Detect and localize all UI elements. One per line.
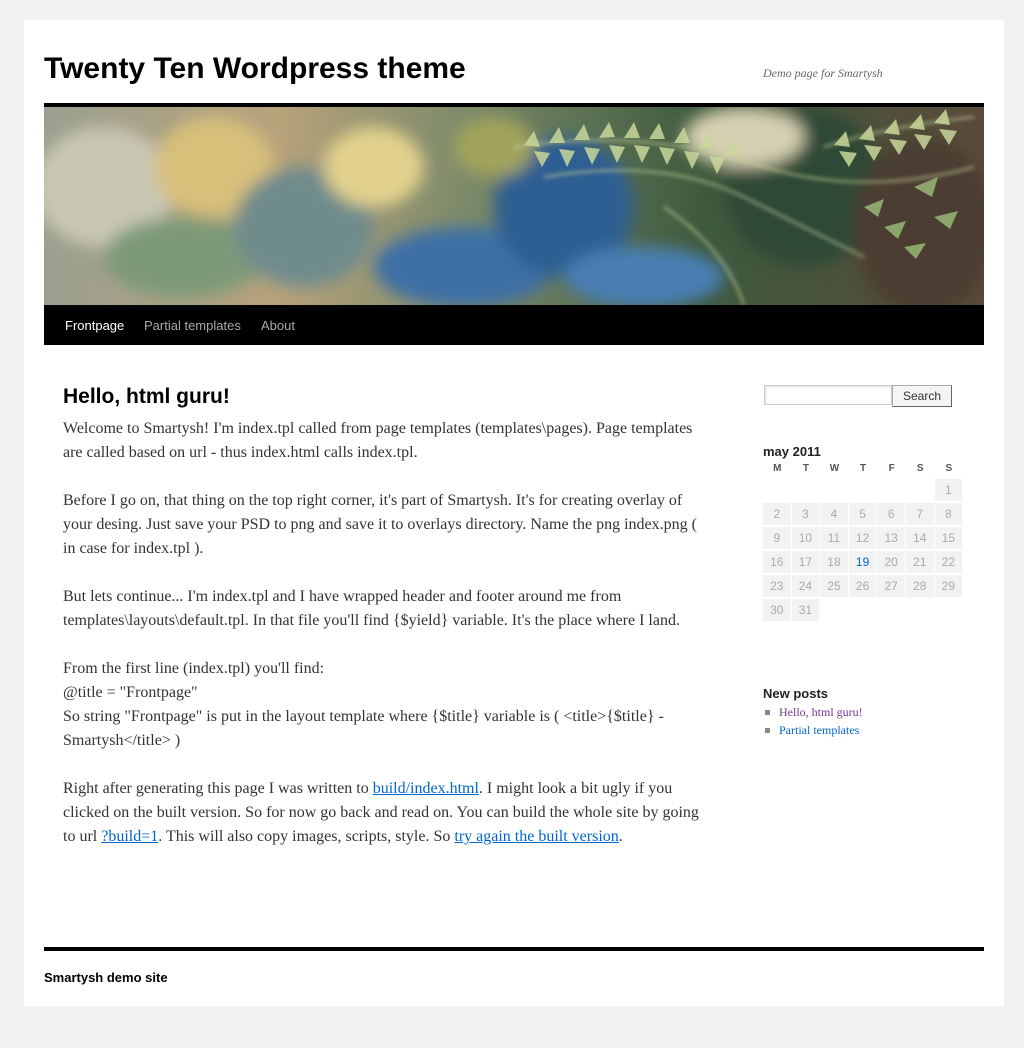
post-link-hello[interactable]: Hello, html guru! [779, 705, 863, 719]
text-first-line: From the first line (index.tpl) you'll f… [63, 660, 325, 677]
bullet-icon [765, 728, 770, 733]
entry-title: Hello, html guru! [63, 385, 230, 408]
calendar-widget: may 2011 MTWTFSS 1 2 3 4 5 6 7 8 9 10 11 12 13 14 15 16… [763, 443, 963, 623]
calendar-caption: may 2011 [763, 444, 821, 459]
calendar-empty-cell [849, 479, 877, 501]
calendar-day-link[interactable]: 19 [848, 551, 877, 573]
calendar-day: 13 [877, 527, 905, 549]
calendar-day: 26 [848, 575, 877, 597]
post-link-partial-templates[interactable]: Partial templates [779, 723, 859, 737]
footer-site-info[interactable]: Smartysh demo site [44, 970, 168, 985]
calendar-day: 18 [820, 551, 848, 573]
calendar-weekdays: MTWTFSS [763, 461, 963, 479]
calendar-day: 24 [791, 575, 820, 597]
calendar-day: 5 [848, 503, 877, 525]
paragraph-build: Right after generating this page I was w… [63, 777, 705, 849]
calendar-week-row: 16 17 18 19 20 21 22 [763, 551, 963, 575]
calendar-weekday: W [829, 463, 840, 474]
paragraph-overlay: Before I go on, that thing on the top ri… [63, 492, 697, 557]
paragraph-welcome: Welcome to Smartysh! I'm index.tpl calle… [63, 420, 693, 461]
calendar-day: 7 [905, 503, 934, 525]
text-title-explanation: So string "Frontpage" is put in the layo… [63, 708, 664, 749]
new-posts-list: Hello, html guru! Partial templates [763, 703, 863, 739]
calendar-days: 1 2 3 4 5 6 7 8 9 10 11 12 13 14 15 16 17 18 19 20 21 22 23 24 2… [763, 479, 963, 623]
list-item: Hello, html guru! [763, 703, 863, 721]
paragraph-title-variable: From the first line (index.tpl) you'll f… [63, 657, 705, 753]
paragraph-layout: But lets continue... I'm index.tpl and I… [63, 588, 680, 629]
calendar-empty-cell [877, 479, 905, 501]
calendar-week-row: 2345678 [763, 503, 963, 527]
calendar-day: 4 [820, 503, 848, 525]
calendar-day: 27 [877, 575, 905, 597]
build-text-3: . This will also copy images, scripts, s… [158, 828, 455, 845]
build-index-link[interactable]: build/index.html [373, 780, 479, 797]
calendar-empty-cell [763, 479, 791, 501]
calendar-empty-cell [906, 479, 934, 501]
calendar-day: 28 [905, 575, 934, 597]
try-built-version-link[interactable]: try again the built version [454, 828, 618, 845]
text-title-assignment: @title = "Frontpage" [63, 684, 198, 701]
header-fern-image [44, 107, 984, 305]
build-text-4: . [618, 828, 623, 845]
calendar-empty-cell [849, 599, 877, 621]
calendar-day: 22 [934, 551, 963, 573]
page-wrapper: Twenty Ten Wordpress theme Demo page for… [24, 20, 1004, 1006]
calendar-empty-cell [935, 599, 963, 621]
search-button[interactable]: Search [892, 385, 952, 407]
calendar-day: 14 [905, 527, 934, 549]
build-param-link[interactable]: ?build=1 [101, 828, 158, 845]
calendar-day: 15 [934, 527, 963, 549]
calendar-day: 1 [934, 479, 963, 501]
new-posts-title: New posts [763, 686, 829, 701]
main-navigation: Frontpage Partial templates About [44, 305, 984, 345]
bullet-icon [765, 710, 770, 715]
site-description: Demo page for Smartysh [763, 66, 883, 80]
calendar-empty-cell [820, 599, 848, 621]
calendar-day: 2 [763, 503, 791, 525]
calendar-empty-cell [906, 599, 934, 621]
calendar-day: 11 [820, 527, 848, 549]
build-text-1: Right after generating this page I was w… [63, 780, 373, 797]
nav-item-partial-templates[interactable]: Partial templates [144, 305, 241, 345]
search-input[interactable] [764, 385, 892, 405]
calendar-day: 25 [820, 575, 848, 597]
calendar-week-row: 23 24 25 26 27 28 29 [763, 575, 963, 599]
calendar-weekday: S [916, 463, 924, 474]
nav-item-about[interactable]: About [261, 305, 295, 345]
calendar-empty-cell [820, 479, 848, 501]
calendar-day: 20 [877, 551, 905, 573]
calendar-day: 16 [763, 551, 791, 573]
calendar-day: 8 [934, 503, 963, 525]
calendar-weekday: T [802, 463, 809, 474]
nav-item-frontpage[interactable]: Frontpage [65, 305, 124, 345]
calendar-day: 3 [791, 503, 820, 525]
calendar-day: 31 [791, 599, 820, 621]
calendar-week-row: 9 10 11 12 13 14 15 [763, 527, 963, 551]
calendar-day: 10 [791, 527, 820, 549]
calendar-weekday: M [773, 463, 782, 474]
calendar-day: 21 [905, 551, 934, 573]
calendar-day: 30 [763, 599, 791, 621]
fern-photo-graphic [44, 107, 984, 305]
calendar-weekday: T [860, 463, 867, 474]
site-title[interactable]: Twenty Ten Wordpress theme [44, 51, 466, 87]
calendar-day: 12 [848, 527, 877, 549]
calendar-day: 6 [877, 503, 905, 525]
list-item: Partial templates [763, 721, 863, 739]
calendar-empty-cell [877, 599, 905, 621]
calendar-day: 17 [791, 551, 820, 573]
calendar-weekday: S [945, 463, 953, 474]
calendar-day: 23 [763, 575, 791, 597]
calendar-empty-cell [792, 479, 820, 501]
calendar-week-row: 30 31 [763, 599, 963, 623]
calendar-day: 9 [763, 527, 791, 549]
main-content: Hello, html guru! Welcome to Smartysh! I… [63, 382, 705, 873]
footer-divider [44, 947, 984, 951]
calendar-weekday: F [888, 463, 895, 474]
calendar-week-row: 1 [763, 479, 963, 503]
calendar-day: 29 [934, 575, 963, 597]
